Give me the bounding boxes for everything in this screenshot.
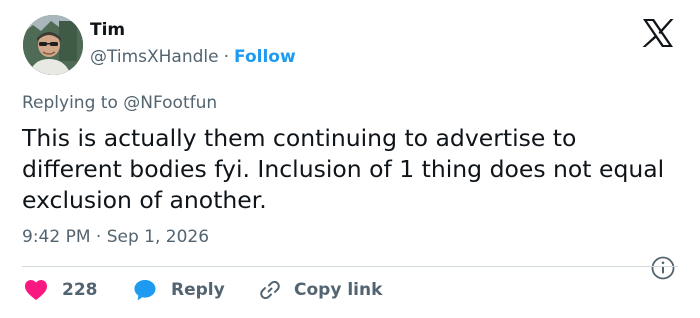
like-count: 228 [62,279,98,300]
tweet-card: Tim @TimsXHandle · Follow Replying to @NFo… [0,0,700,318]
reply-button[interactable]: Reply [133,277,225,303]
action-bar: 228 Reply Copy link [22,277,682,303]
author-handle-row: @TimsXHandle · Follow [90,49,296,66]
copy-link-button[interactable]: Copy link [258,277,382,303]
follow-button[interactable]: Follow [234,47,296,67]
timestamp-separator: · [95,227,102,247]
tweet-date: Sep 1, 2026 [106,227,210,247]
speech-bubble-icon [134,280,156,301]
replying-to-label: Replying to [22,93,118,113]
link-icon [260,280,280,300]
replying-to: Replying to @NFootfun [22,95,217,112]
tweet-text: This is actually them continuing to adve… [22,124,665,214]
avatar[interactable] [23,15,83,75]
heart-icon [25,280,47,300]
reply-label: Reply [171,279,225,300]
author-name[interactable]: Tim [90,22,125,39]
copy-link-label: Copy link [294,279,383,300]
x-logo-icon[interactable] [640,18,676,48]
handle-separator: · [223,47,230,67]
tweet-timestamp[interactable]: 9:42 PM · Sep 1, 2026 [22,229,209,246]
like-button[interactable]: 228 [24,277,98,303]
divider [22,266,678,267]
tweet-time: 9:42 PM [22,227,91,247]
author-handle[interactable]: @TimsXHandle [90,47,219,67]
reply-target-link[interactable]: @NFootfun [123,93,217,113]
avatar-photo [23,15,83,75]
